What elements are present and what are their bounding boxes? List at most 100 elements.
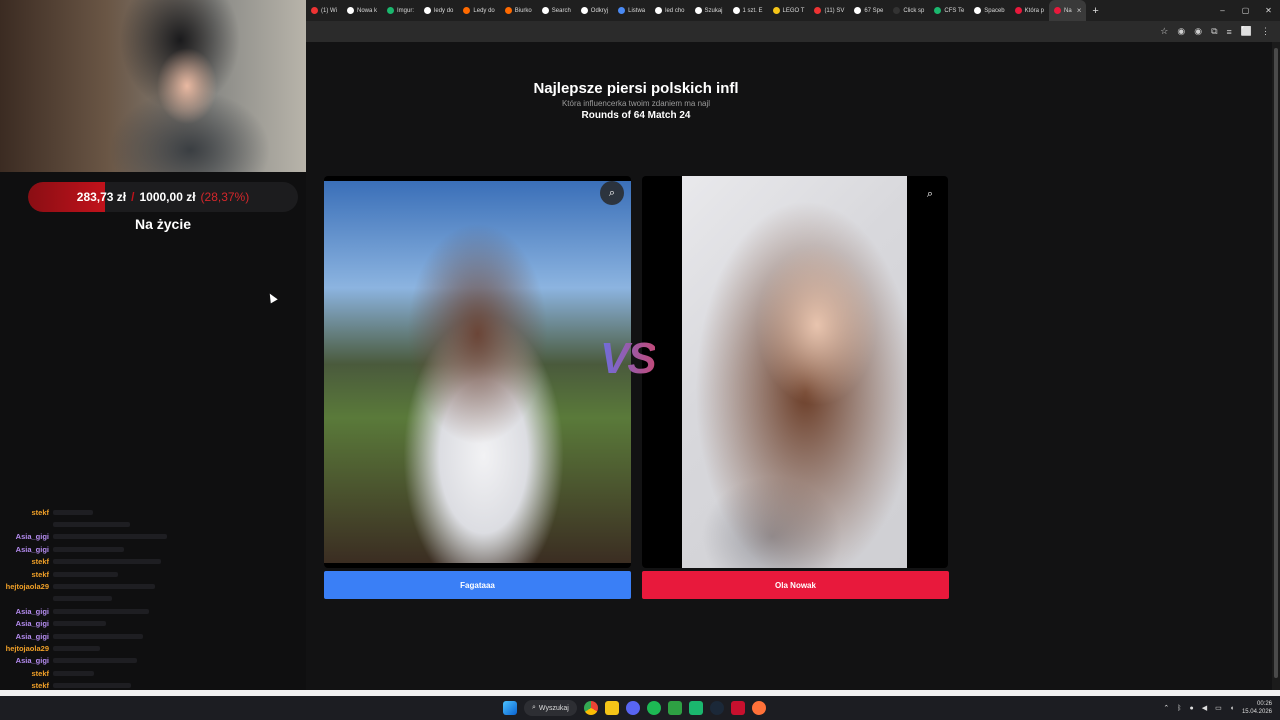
windows-taskbar: ⌕ Wyszukaj ⌃ ᛒ ● ◀ ▭ ◖ 00:26 15.04.2026 [0, 696, 1280, 720]
bookmark-star-icon[interactable]: ☆ [1160, 26, 1168, 37]
tab-label: Biurko [514, 7, 532, 14]
browser-tab[interactable]: Nowa k [342, 0, 382, 21]
contestant-photo-left[interactable] [324, 181, 631, 563]
page-scrollbar[interactable] [1272, 42, 1280, 690]
file-explorer-icon[interactable] [604, 701, 619, 715]
network-icon[interactable]: ▭ [1215, 704, 1222, 712]
chat-username[interactable]: hejtojaola29 [0, 644, 53, 653]
browser-tab[interactable]: Spaceb [969, 0, 1009, 21]
contestant-photo-right[interactable] [682, 176, 907, 568]
media-player-icon[interactable] [667, 701, 682, 715]
browser-tab[interactable]: Biurko [500, 0, 537, 21]
chat-message-text [53, 645, 100, 651]
tab-close-icon[interactable]: × [1077, 6, 1082, 15]
tab-favicon-icon [1014, 7, 1022, 14]
chat-username[interactable]: Asia_gigi [0, 619, 53, 628]
start-menu-icon[interactable] [503, 701, 517, 715]
vote-right-button[interactable]: Ola Nowak [642, 571, 949, 599]
chat-username[interactable]: stekf [0, 508, 53, 517]
tab-favicon-icon [934, 7, 942, 14]
discord-icon[interactable] [625, 701, 640, 715]
browser-tab[interactable]: 67 Spe [849, 0, 888, 21]
tab-label: Spaceb [984, 7, 1005, 14]
chat-message: Asia_gigi [0, 618, 306, 630]
extensions-puzzle-icon[interactable]: ⧉ [1211, 26, 1217, 37]
tab-label: ledy do [434, 7, 454, 14]
microphone-icon[interactable]: ● [1189, 705, 1193, 712]
chat-message: Asia_gigi [0, 655, 306, 667]
browser-tab[interactable]: CFS Te [929, 0, 969, 21]
browser-tab[interactable]: Która p [1010, 0, 1049, 21]
contestant-card-right[interactable]: ⌕ [642, 176, 948, 568]
minimize-button[interactable]: – [1211, 6, 1234, 15]
donation-separator: / [131, 190, 135, 204]
browser-tab[interactable]: (11) SV [809, 0, 849, 21]
chat-username[interactable]: stekf [0, 681, 53, 690]
firefox-icon[interactable] [751, 701, 766, 715]
media-controls-icon[interactable]: ≡ [1227, 27, 1232, 37]
chat-message: stekf [0, 667, 306, 679]
browser-tab-strip: (1) Wi Nowa k Imgur: ledy do Ledy do Biurko Se… [306, 0, 1280, 21]
xbox-icon[interactable] [688, 701, 703, 715]
browser-tab-active[interactable]: Na × [1049, 0, 1087, 21]
chat-username[interactable]: stekf [0, 570, 53, 579]
browser-tab[interactable]: Click sp [888, 0, 929, 21]
donation-percent: (28,37%) [200, 190, 250, 204]
chat-username[interactable]: stekf [0, 557, 53, 566]
browser-tab[interactable]: 1 szt. E [728, 0, 768, 21]
chat-message-text [53, 522, 130, 528]
browser-tab[interactable]: LEGO T [768, 0, 810, 21]
shield-icon[interactable] [730, 701, 745, 715]
tab-favicon-icon [814, 7, 822, 14]
new-tab-button[interactable]: + [1086, 5, 1104, 17]
extension-icon[interactable]: ◉ [1194, 26, 1202, 37]
chat-message: Asia_gigi [0, 630, 306, 642]
steam-icon[interactable] [709, 701, 724, 715]
tab-favicon-icon [772, 7, 780, 14]
chat-username[interactable]: Asia_gigi [0, 607, 53, 616]
chat-username[interactable]: Asia_gigi [0, 545, 53, 554]
chat-message-text [53, 670, 94, 676]
browser-tab[interactable]: Listwa [613, 0, 650, 21]
chat-message-text [53, 509, 93, 515]
window-controls: – ▢ ✕ [1211, 0, 1280, 21]
spotify-icon[interactable] [646, 701, 661, 715]
browser-tab[interactable]: ledy do [419, 0, 458, 21]
scrollbar-thumb[interactable] [1274, 48, 1278, 678]
chat-username[interactable]: Asia_gigi [0, 656, 53, 665]
tab-favicon-icon [424, 7, 432, 14]
chat-message-text [53, 546, 124, 552]
donation-goal-label: Na życie [134, 216, 192, 232]
browser-tab[interactable]: led cho [650, 0, 689, 21]
mouse-cursor-icon [266, 291, 278, 304]
chrome-icon[interactable] [583, 701, 598, 715]
close-window-button[interactable]: ✕ [1257, 6, 1280, 15]
chat-username[interactable]: stekf [0, 669, 53, 678]
chat-username[interactable]: hejtojaola29 [0, 582, 53, 591]
browser-tab[interactable]: (1) Wi [306, 0, 342, 21]
browser-tab[interactable]: Szukaj [690, 0, 728, 21]
maximize-button[interactable]: ▢ [1234, 6, 1257, 15]
zoom-icon[interactable]: ⌕ [918, 182, 942, 206]
menu-kebab-icon[interactable]: ⋮ [1261, 26, 1270, 37]
chat-message: hejtojaola29 [0, 580, 306, 592]
chat-username[interactable]: Asia_gigi [0, 632, 53, 641]
system-clock[interactable]: 00:26 15.04.2026 [1242, 700, 1272, 716]
profile-icon[interactable]: ⬜ [1241, 26, 1252, 37]
contestant-card-left[interactable]: ⌕ [324, 176, 631, 568]
bluetooth-icon[interactable]: ᛒ [1177, 705, 1181, 712]
browser-tab[interactable]: Ledy do [458, 0, 499, 21]
speaker-icon[interactable]: ◀ [1202, 704, 1207, 712]
chat-message: Asia_gigi [0, 543, 306, 555]
tab-favicon-icon [347, 7, 354, 14]
vote-left-button[interactable]: Fagataaa [324, 571, 631, 599]
taskbar-search[interactable]: ⌕ Wyszukaj [524, 700, 577, 716]
browser-tab[interactable]: Imgur: [382, 0, 419, 21]
zoom-icon[interactable]: ⌕ [600, 181, 624, 205]
chat-username[interactable]: Asia_gigi [0, 532, 53, 541]
chevron-up-icon[interactable]: ⌃ [1163, 704, 1169, 712]
browser-tab[interactable]: Odkryj [576, 0, 613, 21]
volume-icon[interactable]: ◖ [1230, 705, 1234, 712]
browser-tab[interactable]: Search [537, 0, 576, 21]
extension-icon[interactable]: ◉ [1177, 26, 1185, 37]
